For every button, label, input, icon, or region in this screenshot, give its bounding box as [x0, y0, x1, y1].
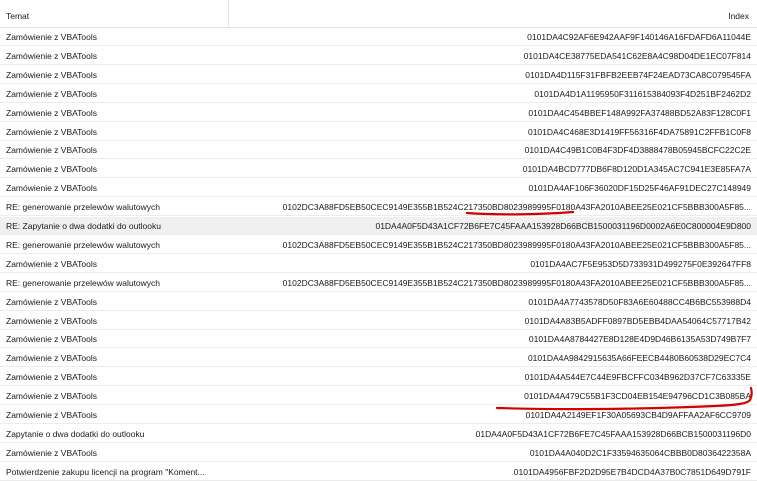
cell-index: 0101DA4C49B1C0B4F3DF4D3888478B05945BCFC2… [524, 145, 751, 156]
cell-subject: RE: generowanie przelewów walutowych [6, 239, 161, 250]
cell-index: 0101DA4AC7F5E953D5D733931D499275F0E39264… [530, 258, 751, 269]
cell-index: 0101DA4A9842915635A66FEECB4480B60538D29E… [527, 353, 751, 364]
cell-subject: Potwierdzenie zakupu licencji na program… [6, 466, 205, 477]
table-row[interactable]: Zamówienie z VBATools 0101DA4A544E7C44E9F… [0, 368, 757, 387]
cell-index: 0101DA4C92AF6E942AAF9F140146A16FDAFD6A11… [527, 32, 751, 42]
cell-subject: Zapytanie o dwa dodatki do outlooku [6, 428, 145, 439]
column-header-index[interactable]: Index [728, 11, 749, 21]
cell-subject: Zamówienie z VBATools [6, 315, 98, 326]
table-row[interactable]: Zamówienie z VBATools 0101DA4A83B5ADFF089… [0, 312, 757, 330]
cell-index: 0101DA4A2149EF1F30A05693CB4D9AFFAA2AF6CC… [525, 410, 751, 420]
cell-subject: Zamówienie z VBATools [6, 126, 98, 137]
cell-subject: Zamówienie z VBATools [6, 164, 98, 175]
table-row[interactable]: Zamówienie z VBATools 0101DA4A040D2C1F335… [0, 444, 757, 462]
cell-subject: RE: generowanie przelewów walutowych [6, 202, 161, 213]
cell-subject: Zamówienie z VBATools [6, 69, 98, 80]
cell-index: 0101DA4A8784427E8D128E4D9D46B6135A53D749… [528, 334, 751, 345]
cell-index: 0101DA4956FBF2D2D95E7B4DCD4A37B0C7851D64… [513, 466, 751, 477]
cell-subject: Zamówienie z VBATools [6, 372, 98, 383]
cell-subject: Zamówienie z VBATools [6, 391, 98, 402]
table-row[interactable]: RE: generowanie przelewów walutowych 0102… [0, 274, 757, 292]
column-divider[interactable] [228, 0, 229, 27]
table-header: Temat Index [0, 0, 757, 28]
cell-subject: Zamówienie z VBATools [6, 353, 98, 364]
table-row[interactable]: Zamówienie z VBATools 0101DA4CE38775EDA54… [0, 47, 757, 65]
cell-index: 0101DA4BCD777DB6F8D120D1A345AC7C941E3E85… [522, 164, 751, 175]
table-row[interactable]: Zamówienie z VBATools 0101DA4AF106F36020D… [0, 179, 757, 198]
cell-index: 0102DC3A88FD5EB50CEC9149E355B1B524C21735… [282, 239, 751, 250]
cell-index: 0101DA4A7743578D50F83A6E60488CC4B6BC5539… [528, 296, 751, 307]
table-row[interactable]: Zamówienie z VBATools 0101DA4A2149EF1F30A… [0, 406, 757, 424]
cell-subject: RE: Zapytanie o dwa dodatki do outlooku [6, 221, 161, 231]
cell-index: 01DA4A0F5D43A1CF72B6FE7C45FAAA153928D66B… [475, 428, 751, 439]
message-table: Temat Index Zamówienie z VBATools 0101DA4… [0, 0, 757, 481]
cell-index: 01DA4A0F5D43A1CF72B6FE7C45FAAA153928D66B… [375, 221, 751, 231]
table-row[interactable]: Zamówienie z VBATools 0101DA4A9842915635A… [0, 349, 757, 368]
cell-subject: RE: generowanie przelewów walutowych [6, 277, 161, 288]
cell-subject: Zamówienie z VBATools [6, 410, 98, 420]
cell-index: 0101DA4D115F31FBFB2EEB74F24EAD73CA8C0795… [525, 69, 751, 80]
cell-index: 0101DA4C454BBEF148A992FA37488BD52A83F128… [528, 107, 751, 118]
cell-subject: Zamówienie z VBATools [6, 145, 98, 156]
table-row[interactable]: RE: generowanie przelewów walutowych 0102… [0, 198, 757, 217]
cell-index: 0101DA4A479C55B1F3CD04EB154E94796CD1C3B0… [524, 391, 751, 402]
table-row[interactable]: Zamówienie z VBATools 0101DA4C454BBEF148A… [0, 104, 757, 122]
table-row[interactable]: Zamówienie z VBATools 0101DA4C49B1C0B4F3D… [0, 141, 757, 160]
cell-index: 0101DA4A040D2C1F33594635064CBBB0D8036422… [529, 447, 751, 458]
table-row[interactable]: Zamówienie z VBATools 0101DA4BCD777DB6F8D… [0, 160, 757, 179]
cell-subject: Zamówienie z VBATools [6, 50, 98, 61]
table-row[interactable]: Potwierdzenie zakupu licencji na program… [0, 463, 757, 481]
cell-index: 0101DA4C468E3D1419FF56316F4DA75891C2FFB1… [527, 126, 751, 137]
cell-subject: Zamówienie z VBATools [6, 32, 98, 42]
cell-index: 0101DA4CE38775EDA541C62E8A4C98D04DE1EC07… [523, 50, 751, 61]
table-row[interactable]: RE: generowanie przelewów walutowych 0102… [0, 236, 757, 254]
cell-subject: Zamówienie z VBATools [6, 296, 98, 307]
cell-index: 0102DC3A88FD5EB50CEC9149E355B1B524C21735… [282, 277, 751, 288]
table-row[interactable]: Zamówienie z VBATools 0101DA4A8784427E8D1… [0, 330, 757, 349]
cell-subject: Zamówienie z VBATools [6, 88, 98, 99]
cell-subject: Zamówienie z VBATools [6, 447, 98, 458]
table-row[interactable]: Zamówienie z VBATools 0101DA4A479C55B1F3C… [0, 387, 757, 406]
table-row[interactable]: Zamówienie z VBATools 0101DA4C468E3D1419F… [0, 123, 757, 141]
cell-index: 0101DA4A83B5ADFF0897BD5EBB4DAA54064C5771… [524, 315, 751, 326]
cell-subject: Zamówienie z VBATools [6, 334, 98, 345]
table-row[interactable]: Zapytanie o dwa dodatki do outlooku 01DA4… [0, 425, 757, 443]
cell-index: 0102DC3A88FD5EB50CEC9149E355B1B524C21735… [282, 202, 751, 213]
table-row[interactable]: RE: Zapytanie o dwa dodatki do outlooku 0… [0, 217, 757, 235]
cell-subject: Zamówienie z VBATools [6, 258, 98, 269]
cell-subject: Zamówienie z VBATools [6, 183, 98, 194]
cell-index: 0101DA4A544E7C44E9FBCFFC034B962D37CF7C63… [524, 372, 751, 383]
table-row[interactable]: Zamówienie z VBATools 0101DA4D1A1195950F3… [0, 85, 757, 103]
cell-subject: Zamówienie z VBATools [6, 107, 98, 118]
table-row[interactable]: Zamówienie z VBATools 0101DA4D115F31FBFB2… [0, 66, 757, 84]
table-row[interactable]: Zamówienie z VBATools 0101DA4AC7F5E953D5D… [0, 255, 757, 273]
table-row[interactable]: Zamówienie z VBATools 0101DA4C92AF6E942AA… [0, 28, 757, 46]
table-row[interactable]: Zamówienie z VBATools 0101DA4A7743578D50F… [0, 293, 757, 311]
cell-index: 0101DA4D1A1195950F311615384093F4D251BF24… [534, 88, 751, 99]
column-header-subject[interactable]: Temat [6, 11, 29, 21]
cell-index: 0101DA4AF106F36020DF15D25F46AF91DEC27C14… [528, 183, 751, 194]
